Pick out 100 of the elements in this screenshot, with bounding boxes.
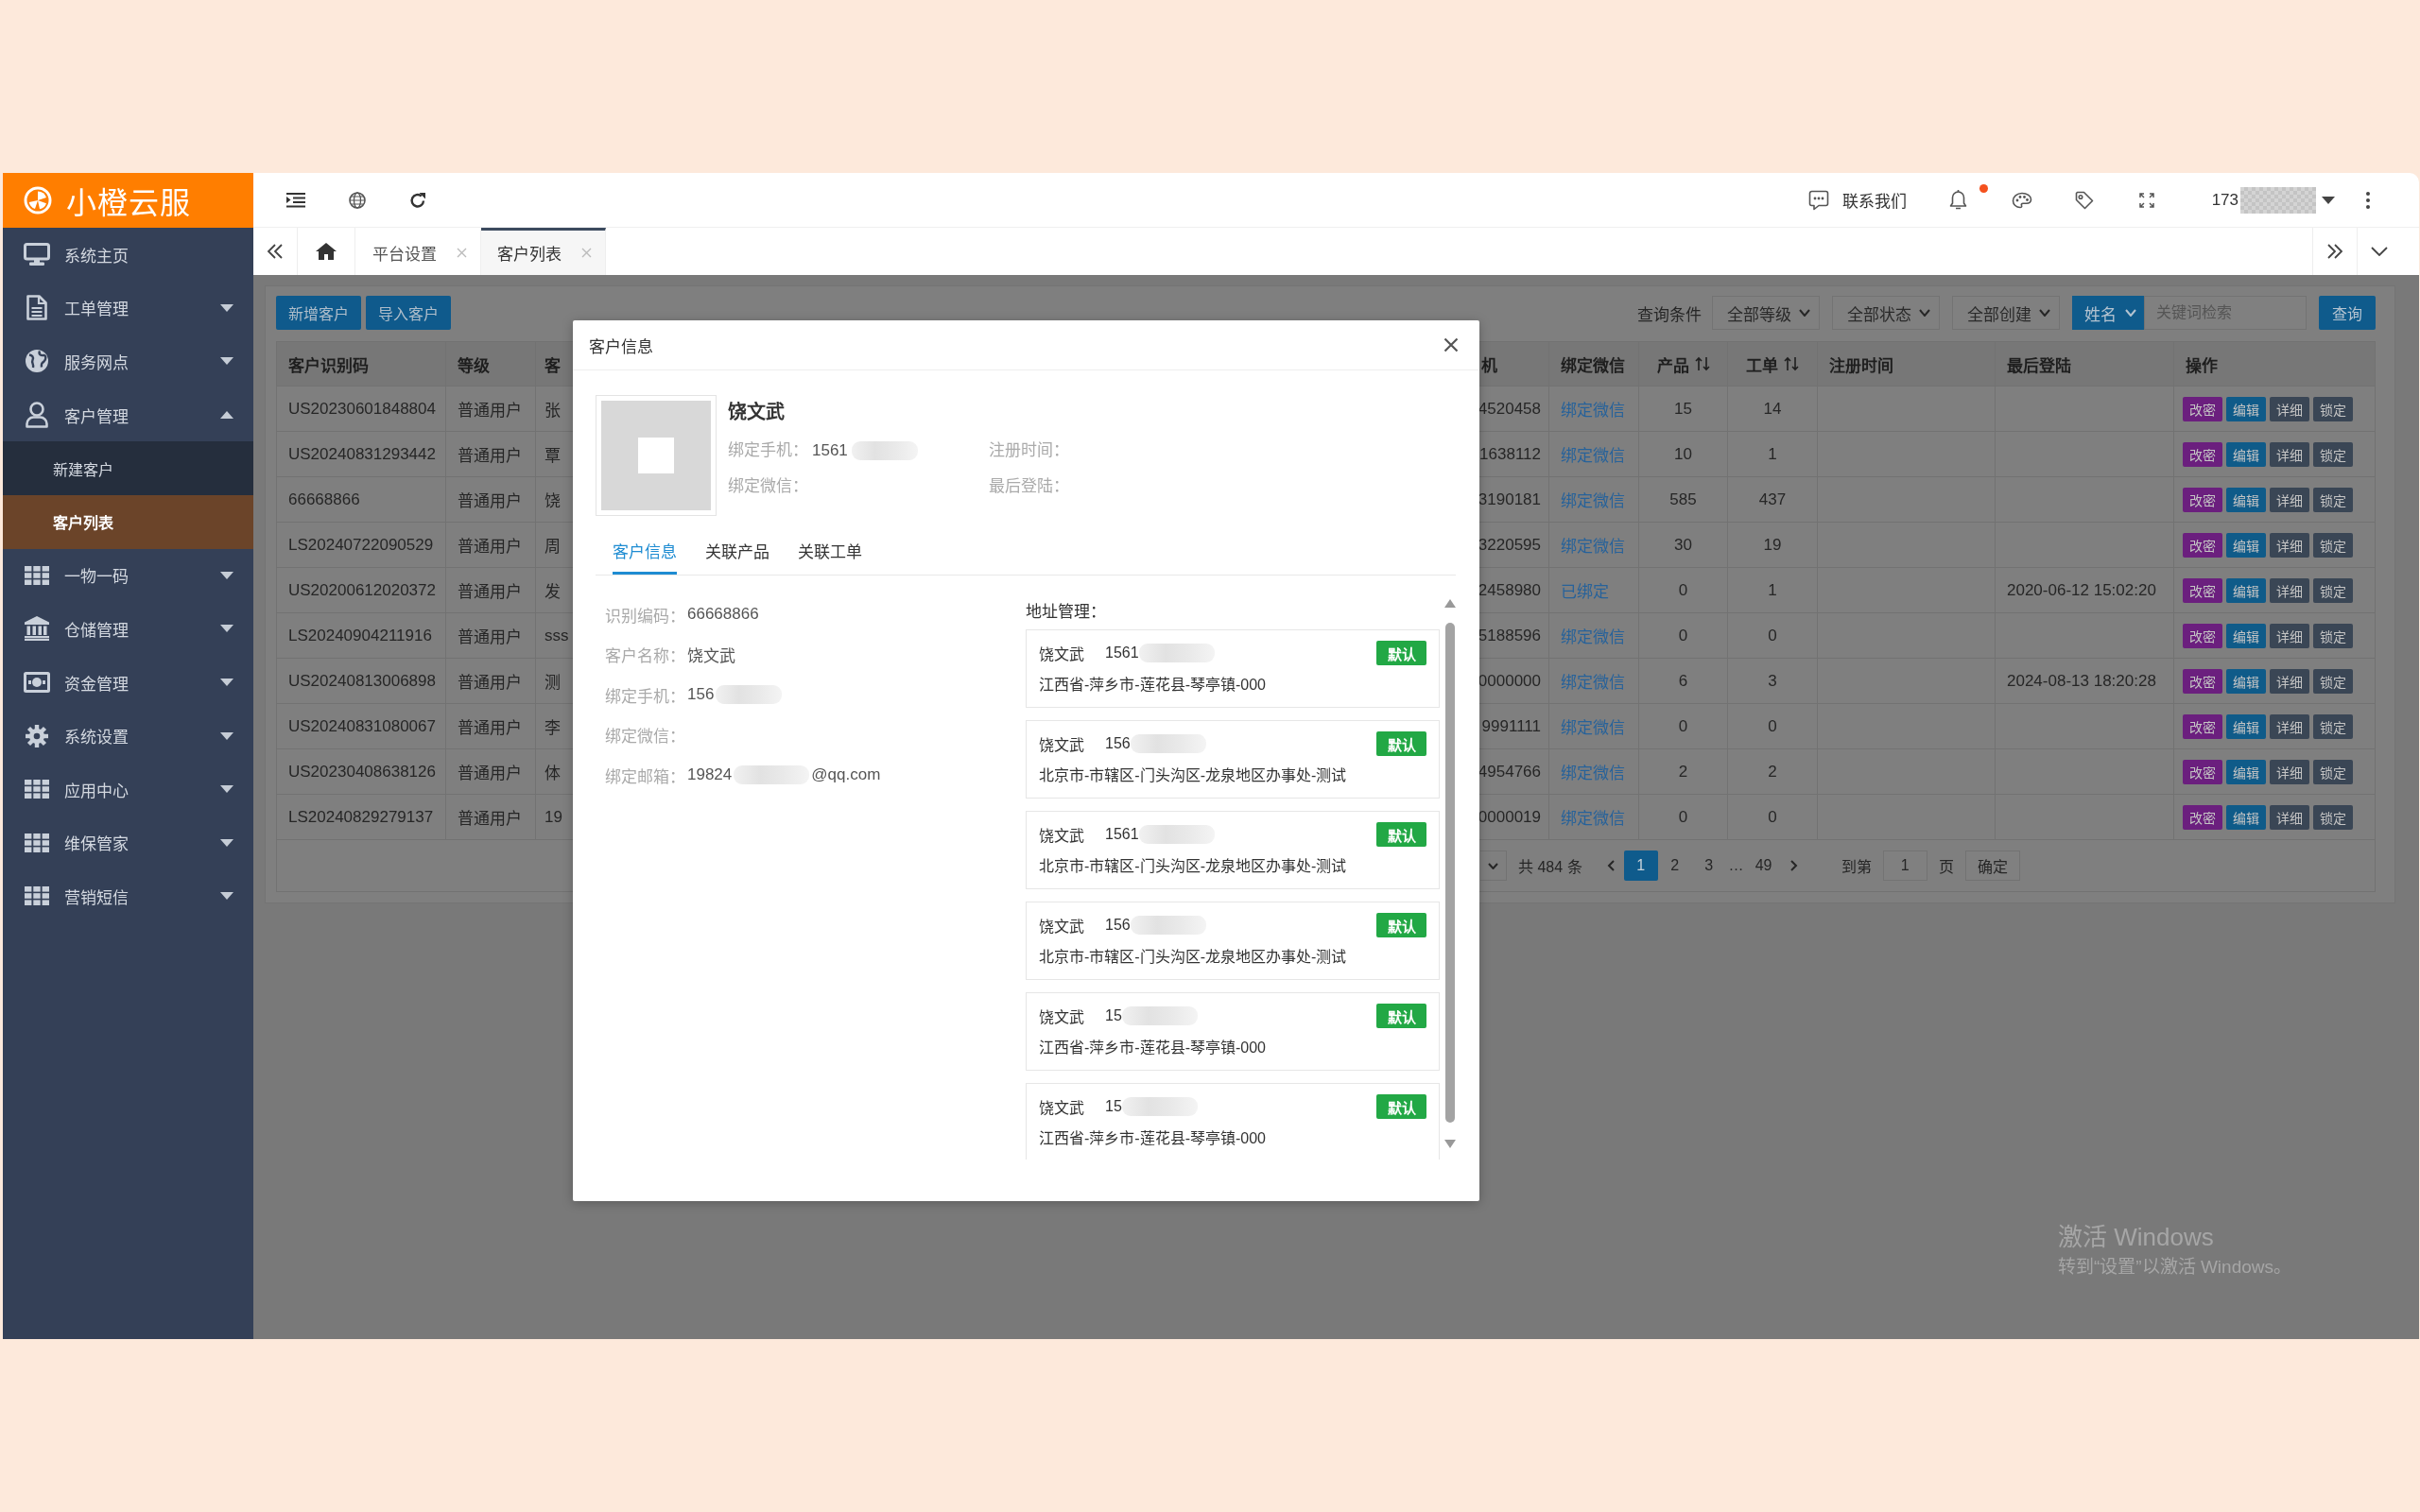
edit-button[interactable]: 编辑 — [2226, 396, 2266, 421]
lock-button[interactable]: 锁定 — [2313, 577, 2353, 603]
dialog-tab[interactable]: 关联产品 — [705, 533, 769, 575]
chevron-down-icon[interactable] — [2371, 247, 2388, 256]
page-button[interactable]: 3 — [1691, 850, 1726, 881]
palette-icon[interactable] — [2011, 191, 2032, 209]
details-button[interactable]: 详细 — [2270, 713, 2309, 739]
edit-button[interactable]: 编辑 — [2226, 577, 2266, 603]
column-header[interactable]: 产品 — [1639, 342, 1728, 387]
edit-button[interactable]: 编辑 — [2226, 759, 2266, 784]
sidebar-item[interactable]: 应用中心 — [3, 762, 253, 816]
scrollbar-thumb[interactable] — [1445, 623, 1455, 1123]
address-card[interactable]: 饶文武 156 默认 北京市-市辖区-门头沟区-龙泉地区办事处-测试 — [1026, 902, 1440, 980]
address-card[interactable]: 饶文武 1561 默认 北京市-市辖区-门头沟区-龙泉地区办事处-测试 — [1026, 811, 1440, 889]
close-icon[interactable] — [1443, 337, 1459, 352]
sidebar-item[interactable]: 工单管理 — [3, 281, 253, 335]
lock-button[interactable]: 锁定 — [2313, 759, 2353, 784]
reset-password-button[interactable]: 改密 — [2183, 668, 2222, 694]
details-button[interactable]: 详细 — [2270, 487, 2309, 512]
search-type-select[interactable]: 姓名 — [2072, 296, 2144, 330]
details-button[interactable]: 详细 — [2270, 759, 2309, 784]
sidebar-item[interactable]: 系统主页 — [3, 228, 253, 282]
sidebar-item[interactable]: 系统设置 — [3, 709, 253, 763]
address-card[interactable]: 饶文武 15 默认 江西省-萍乡市-莲花县-琴亭镇-000 — [1026, 992, 1440, 1071]
lock-button[interactable]: 锁定 — [2313, 441, 2353, 467]
edit-button[interactable]: 编辑 — [2226, 668, 2266, 694]
page-input[interactable]: 1 — [1882, 850, 1927, 881]
search-button[interactable]: 查询 — [2319, 296, 2376, 330]
sidebar-item[interactable]: 资金管理 — [3, 655, 253, 710]
sidebar-item[interactable]: 客户管理 — [3, 387, 253, 442]
reset-password-button[interactable]: 改密 — [2183, 623, 2222, 648]
page-button[interactable]: 2 — [1657, 850, 1692, 881]
confirm-button[interactable]: 确定 — [1964, 850, 2020, 881]
dialog-tab[interactable]: 客户信息 — [613, 533, 677, 575]
details-button[interactable]: 详细 — [2270, 668, 2309, 694]
details-button[interactable]: 详细 — [2270, 396, 2309, 421]
lock-button[interactable]: 锁定 — [2313, 713, 2353, 739]
page-button[interactable]: 1 — [1623, 850, 1658, 881]
address-card[interactable]: 饶文武 15 默认 江西省-萍乡市-莲花县-琴亭镇-000 — [1026, 1083, 1440, 1160]
contact-link[interactable]: 联系我们 — [1807, 188, 1907, 212]
sidebar-subitem[interactable]: 客户列表 — [3, 494, 253, 549]
chevron-left-icon[interactable] — [1606, 860, 1615, 871]
double-chevron-right-icon[interactable] — [2326, 244, 2343, 259]
reset-password-button[interactable]: 改密 — [2183, 713, 2222, 739]
address-card[interactable]: 饶文武 1561 默认 江西省-萍乡市-莲花县-琴亭镇-000 — [1026, 629, 1440, 708]
lock-button[interactable]: 锁定 — [2313, 668, 2353, 694]
tag-icon[interactable] — [2074, 190, 2094, 210]
menu-icon[interactable] — [286, 192, 305, 208]
refresh-icon[interactable] — [409, 191, 426, 209]
scroll-down-icon[interactable] — [1444, 1140, 1456, 1148]
sidebar-item[interactable]: 维保管家 — [3, 816, 253, 870]
details-button[interactable]: 详细 — [2270, 441, 2309, 467]
import-customer-button[interactable]: 导入客户 — [366, 296, 451, 330]
reset-password-button[interactable]: 改密 — [2183, 804, 2222, 830]
sidebar-subitem[interactable]: 新建客户 — [3, 441, 253, 495]
sidebar-item[interactable]: 一物一码 — [3, 548, 253, 603]
edit-button[interactable]: 编辑 — [2226, 532, 2266, 558]
edit-button[interactable]: 编辑 — [2226, 623, 2266, 648]
lock-button[interactable]: 锁定 — [2313, 623, 2353, 648]
user-menu[interactable]: 173 — [2211, 186, 2335, 214]
filter-select[interactable]: 全部状态 — [1832, 296, 1940, 330]
filter-select[interactable]: 全部等级 — [1712, 296, 1820, 330]
edit-button[interactable]: 编辑 — [2226, 487, 2266, 512]
page-button[interactable]: 49 — [1746, 850, 1781, 881]
fullscreen-icon[interactable] — [2138, 192, 2154, 208]
details-button[interactable]: 详细 — [2270, 577, 2309, 603]
sidebar-item[interactable]: 服务网点 — [3, 335, 253, 388]
filter-select[interactable]: 全部创建 — [1952, 296, 2060, 330]
double-chevron-left-icon[interactable] — [267, 244, 284, 259]
globe-icon[interactable] — [349, 191, 366, 209]
reset-password-button[interactable]: 改密 — [2183, 532, 2222, 558]
address-card[interactable]: 饶文武 156 默认 北京市-市辖区-门头沟区-龙泉地区办事处-测试 — [1026, 720, 1440, 799]
scroll-up-icon[interactable] — [1444, 599, 1456, 608]
lock-button[interactable]: 锁定 — [2313, 532, 2353, 558]
field-label: 绑定微信： — [605, 727, 685, 747]
details-button[interactable]: 详细 — [2270, 804, 2309, 830]
page-tab[interactable]: 客户列表 — [481, 228, 606, 275]
bell-icon[interactable] — [1948, 190, 1967, 210]
sidebar-item[interactable]: 营销短信 — [3, 869, 253, 923]
edit-button[interactable]: 编辑 — [2226, 441, 2266, 467]
column-header[interactable]: 工单 — [1728, 342, 1818, 387]
dialog-tab[interactable]: 关联工单 — [798, 533, 862, 575]
reset-password-button[interactable]: 改密 — [2183, 441, 2222, 467]
details-button[interactable]: 详细 — [2270, 532, 2309, 558]
edit-button[interactable]: 编辑 — [2226, 804, 2266, 830]
details-button[interactable]: 详细 — [2270, 623, 2309, 648]
reset-password-button[interactable]: 改密 — [2183, 577, 2222, 603]
more-icon[interactable] — [2365, 190, 2371, 210]
reset-password-button[interactable]: 改密 — [2183, 759, 2222, 784]
lock-button[interactable]: 锁定 — [2313, 487, 2353, 512]
lock-button[interactable]: 锁定 — [2313, 804, 2353, 830]
chevron-right-icon[interactable] — [1789, 860, 1798, 871]
lock-button[interactable]: 锁定 — [2313, 396, 2353, 421]
reset-password-button[interactable]: 改密 — [2183, 487, 2222, 512]
reset-password-button[interactable]: 改密 — [2183, 396, 2222, 421]
add-customer-button[interactable]: 新增客户 — [276, 296, 361, 330]
home-icon[interactable] — [315, 242, 337, 261]
edit-button[interactable]: 编辑 — [2226, 713, 2266, 739]
page-size-select[interactable] — [1480, 850, 1507, 881]
sidebar-item[interactable]: 仓储管理 — [3, 602, 253, 656]
